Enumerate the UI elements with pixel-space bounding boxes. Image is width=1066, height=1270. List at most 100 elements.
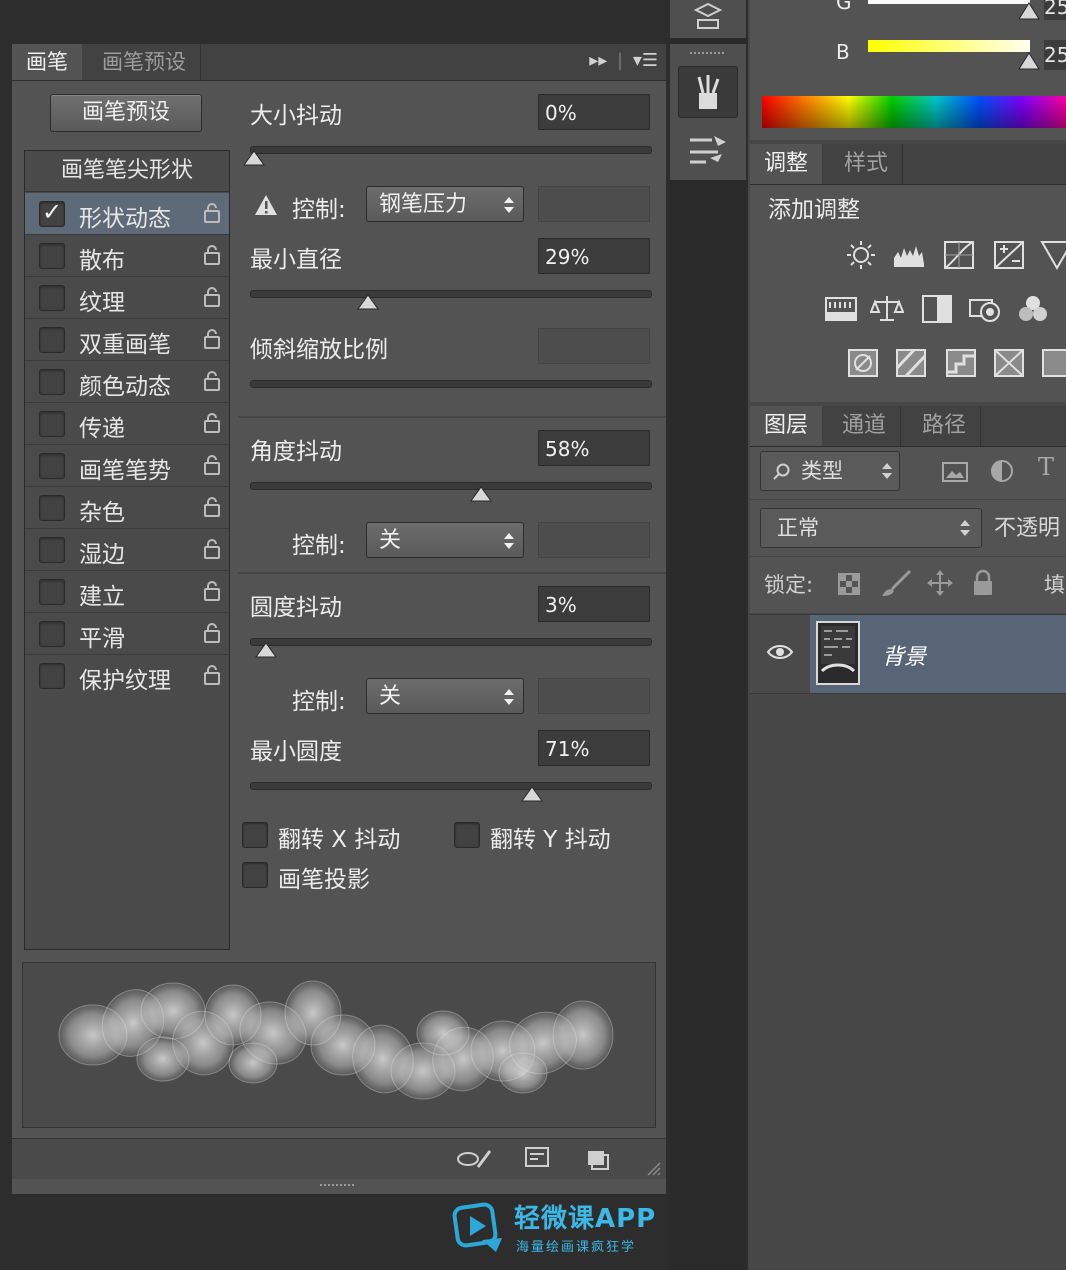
angle-jitter-value[interactable]: 58% xyxy=(538,430,650,466)
protect-texture-checkbox[interactable] xyxy=(39,663,65,689)
collapse-icon[interactable]: ▸▸ xyxy=(589,50,607,71)
layer-thumbnail[interactable] xyxy=(816,621,860,685)
brush-panel-toggle[interactable] xyxy=(678,66,738,118)
lock-icon[interactable] xyxy=(203,370,221,392)
layer-filter-dropdown[interactable]: 类型 xyxy=(760,451,900,491)
size-jitter-slider[interactable] xyxy=(250,146,652,154)
vibrance-icon[interactable] xyxy=(1040,240,1066,270)
option-transfer[interactable]: 传递 xyxy=(25,403,229,445)
strip-grip[interactable] xyxy=(688,50,728,56)
shape-dynamics-checkbox[interactable]: ✓ xyxy=(39,198,65,227)
layer-name[interactable]: 背景 xyxy=(882,639,926,671)
toggle-live-tip-preview-icon[interactable] xyxy=(456,1147,494,1171)
lock-icon[interactable] xyxy=(203,202,221,224)
transfer-checkbox[interactable] xyxy=(39,411,65,437)
option-protect-texture[interactable]: 保护纹理 xyxy=(25,655,229,696)
brush-tip-shape-item[interactable]: 画笔笔尖形状 xyxy=(25,151,229,192)
lock-icon[interactable] xyxy=(203,412,221,434)
panel-menu-icon[interactable]: ▾☰ xyxy=(633,50,658,71)
selective-color-icon[interactable] xyxy=(992,348,1026,378)
control-1-dropdown[interactable]: 钢笔压力 xyxy=(366,186,524,222)
lock-transparent-pixels-icon[interactable] xyxy=(838,573,860,595)
option-dual-brush[interactable]: 双重画笔 xyxy=(25,319,229,361)
control-3-dropdown[interactable]: 关 xyxy=(366,678,524,714)
control-2-dropdown[interactable]: 关 xyxy=(366,522,524,558)
option-shape-dynamics[interactable]: ✓ 形状动态 xyxy=(25,193,229,235)
lock-image-pixels-icon[interactable] xyxy=(880,569,912,597)
roundness-jitter-value[interactable]: 3% xyxy=(538,586,650,622)
g-channel-ramp[interactable] xyxy=(868,0,1030,4)
option-scattering[interactable]: 散布 xyxy=(25,235,229,277)
option-build-up[interactable]: 建立 xyxy=(25,571,229,613)
smoothing-checkbox[interactable] xyxy=(39,621,65,647)
type-filter-icon[interactable]: T xyxy=(1038,453,1054,481)
noise-checkbox[interactable] xyxy=(39,495,65,521)
lock-icon[interactable] xyxy=(203,538,221,560)
scattering-checkbox[interactable] xyxy=(39,243,65,269)
dual-brush-checkbox[interactable] xyxy=(39,327,65,353)
blend-mode-dropdown[interactable]: 正常 xyxy=(760,508,982,548)
color-balance-icon[interactable] xyxy=(870,294,904,324)
lock-icon[interactable] xyxy=(203,622,221,644)
lock-all-icon[interactable] xyxy=(972,569,994,597)
b-channel-ramp[interactable] xyxy=(868,40,1030,52)
texture-checkbox[interactable] xyxy=(39,285,65,311)
grid-view-icon[interactable] xyxy=(524,1145,550,1171)
build-up-checkbox[interactable] xyxy=(39,579,65,605)
lock-icon[interactable] xyxy=(203,664,221,686)
image-filter-icon[interactable] xyxy=(942,461,968,483)
color-dynamics-checkbox[interactable] xyxy=(39,369,65,395)
brush-presets-icon[interactable] xyxy=(688,132,728,166)
option-texture[interactable]: 纹理 xyxy=(25,277,229,319)
hue-saturation-icon[interactable] xyxy=(824,294,858,324)
min-roundness-value[interactable]: 71% xyxy=(538,730,650,766)
brush-pose-checkbox[interactable] xyxy=(39,453,65,479)
levels-icon[interactable] xyxy=(892,240,926,270)
tab-layers[interactable]: 图层 xyxy=(750,406,823,446)
option-brush-pose[interactable]: 画笔笔势 xyxy=(25,445,229,487)
option-wet-edges[interactable]: 湿边 xyxy=(25,529,229,571)
b-slider-handle[interactable] xyxy=(1018,52,1040,70)
gradient-map-icon[interactable] xyxy=(1040,348,1066,378)
tab-adjustments[interactable]: 调整 xyxy=(750,144,823,184)
brush-presets-button[interactable]: 画笔预设 xyxy=(50,94,202,132)
tab-brush-presets[interactable]: 画笔预设 xyxy=(88,44,201,80)
lock-icon[interactable] xyxy=(203,580,221,602)
threshold-icon[interactable] xyxy=(944,348,978,378)
tab-brush[interactable]: 画笔 xyxy=(12,44,82,80)
option-smoothing[interactable]: 平滑 xyxy=(25,613,229,655)
option-noise[interactable]: 杂色 xyxy=(25,487,229,529)
flip-x-checkbox[interactable] xyxy=(242,822,268,848)
brightness-contrast-icon[interactable] xyxy=(844,240,878,270)
min-diameter-value[interactable]: 29% xyxy=(538,238,650,274)
lock-icon[interactable] xyxy=(203,454,221,476)
roundness-jitter-slider[interactable] xyxy=(250,638,652,646)
b-value[interactable]: 25 xyxy=(1044,40,1066,70)
wet-edges-checkbox[interactable] xyxy=(39,537,65,563)
curves-icon[interactable] xyxy=(942,240,976,270)
lock-position-icon[interactable] xyxy=(926,569,954,597)
brush-projection-checkbox[interactable] xyxy=(242,862,268,888)
size-jitter-value[interactable]: 0% xyxy=(538,94,650,130)
panel-drag-grip[interactable] xyxy=(318,1182,358,1188)
resize-grip-icon[interactable] xyxy=(644,1159,662,1177)
color-spectrum-ramp[interactable] xyxy=(762,96,1066,128)
tab-paths[interactable]: 路径 xyxy=(908,406,982,446)
lock-icon[interactable] xyxy=(203,244,221,266)
tab-channels[interactable]: 通道 xyxy=(828,406,902,446)
layer-row[interactable]: 背景 xyxy=(750,614,1066,694)
lock-icon[interactable] xyxy=(203,328,221,350)
eye-visibility-icon[interactable] xyxy=(766,643,794,661)
min-roundness-slider[interactable] xyxy=(250,782,652,790)
flip-y-checkbox[interactable] xyxy=(454,822,480,848)
lock-icon[interactable] xyxy=(203,496,221,518)
black-white-icon[interactable] xyxy=(920,294,954,324)
g-slider-handle[interactable] xyxy=(1018,2,1040,20)
exposure-icon[interactable] xyxy=(992,240,1026,270)
panel-menu-controls[interactable]: ▸▸ | ▾☰ xyxy=(589,50,658,71)
invert-icon[interactable] xyxy=(846,348,880,378)
photo-filter-icon[interactable] xyxy=(968,294,1002,324)
option-color-dynamics[interactable]: 颜色动态 xyxy=(25,361,229,403)
posterize-icon[interactable] xyxy=(894,348,928,378)
3d-cube-icon[interactable] xyxy=(692,2,724,32)
